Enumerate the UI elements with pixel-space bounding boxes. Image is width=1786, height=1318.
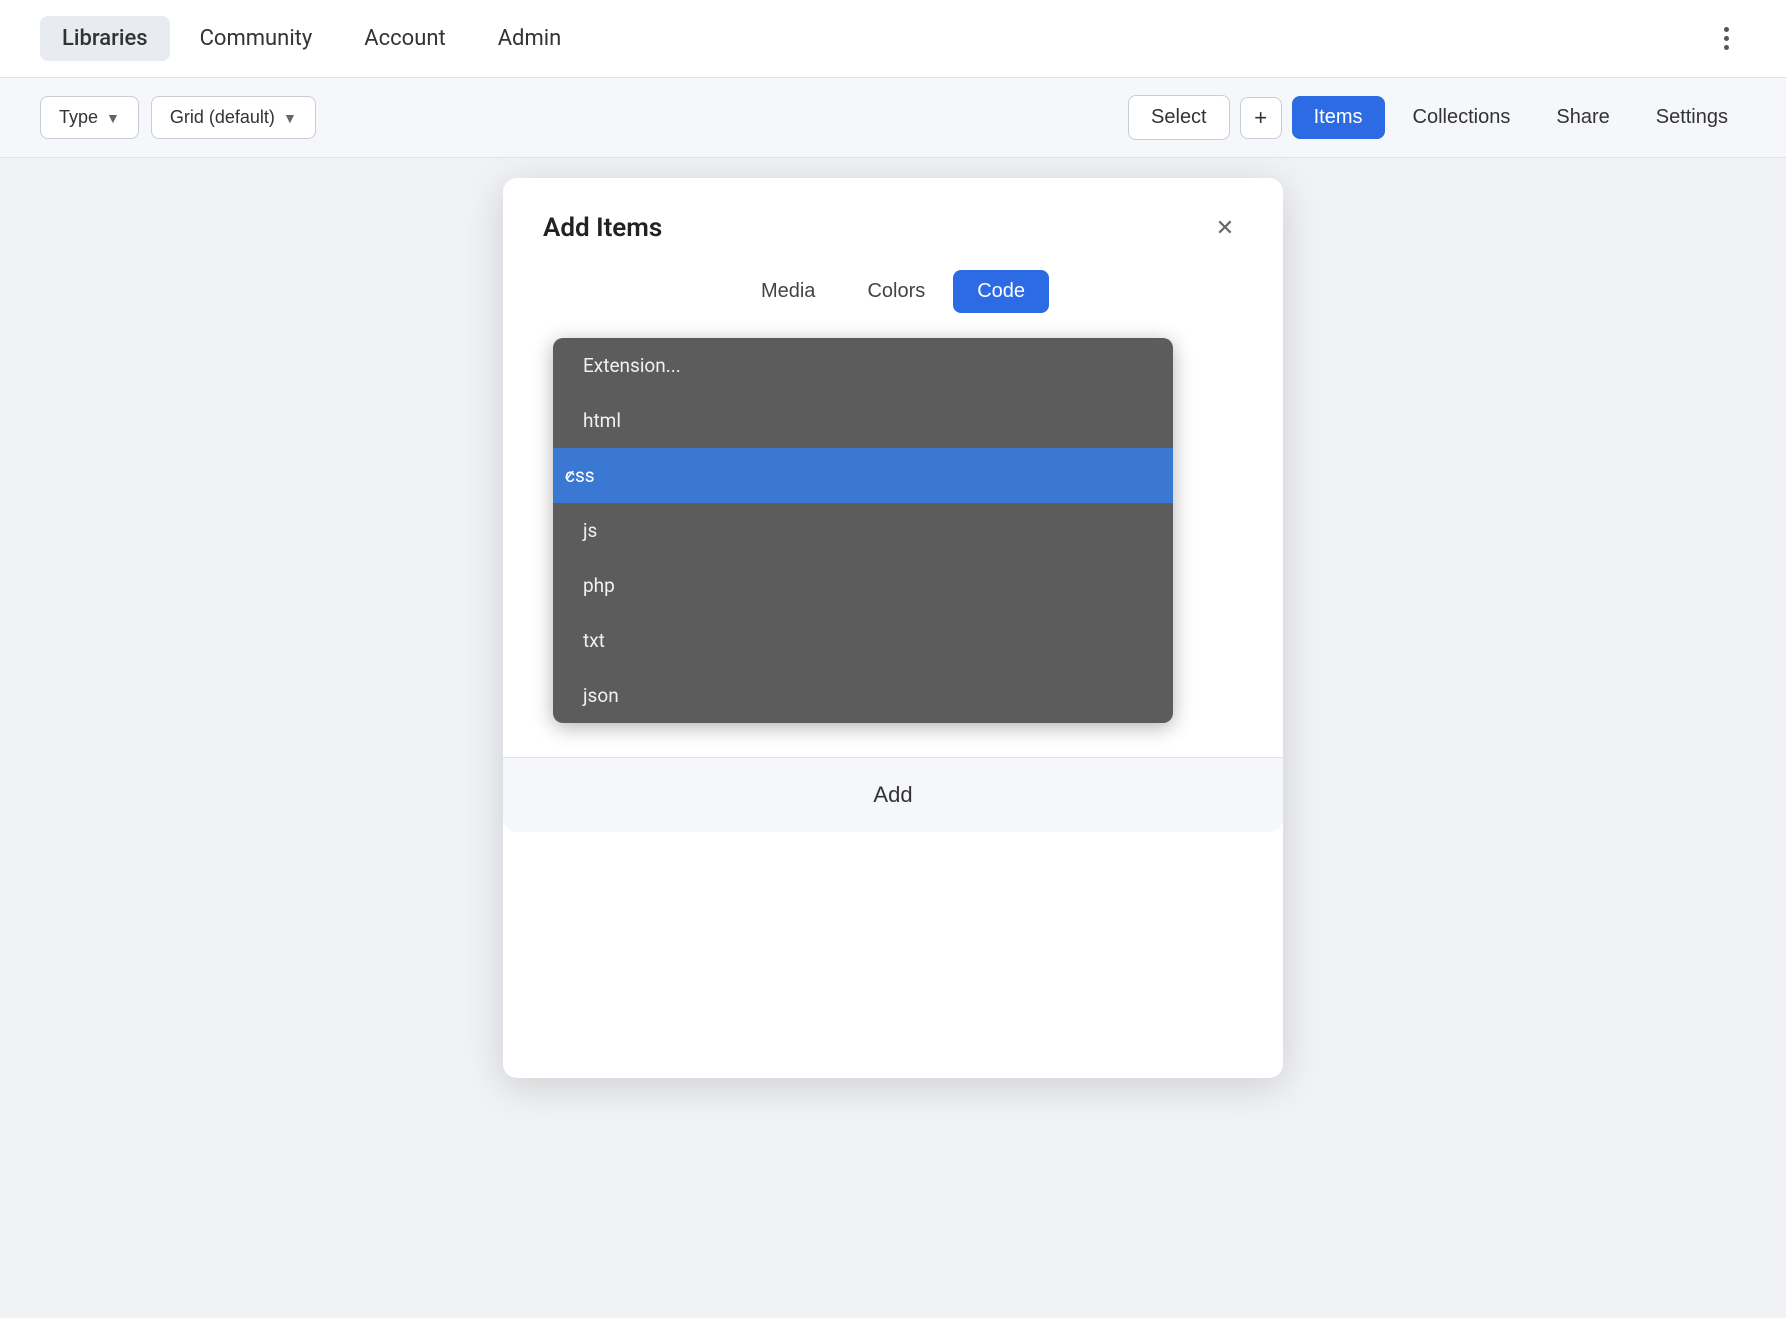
type-dropdown-arrow-icon: ▼ [106,110,120,126]
dropdown-item-extension[interactable]: Extension... [553,338,1173,393]
modal-footer: Add [503,757,1283,832]
dropdown-item-js[interactable]: js [553,503,1173,558]
items-button[interactable]: Items [1292,96,1385,139]
extension-dropdown-menu: Extension... html ✓ css js php txt [553,338,1173,723]
tab-colors[interactable]: Colors [843,270,949,313]
dropdown-item-json[interactable]: json [553,668,1173,723]
plus-icon: + [1254,105,1267,131]
dropdown-item-html[interactable]: html [553,393,1173,448]
nav-item-community[interactable]: Community [178,16,335,61]
add-button[interactable]: + [1240,97,1282,139]
modal-tabs: Media Colors Code [503,270,1283,337]
tab-media[interactable]: Media [737,270,839,313]
grid-dropdown-arrow-icon: ▼ [283,110,297,126]
nav-items: Libraries Community Account Admin [40,16,583,61]
nav-item-account[interactable]: Account [342,16,467,61]
toolbar: Type ▼ Grid (default) ▼ Select + Items C… [0,78,1786,158]
modal-close-button[interactable]: ✕ [1207,210,1243,246]
check-icon: ✓ [563,466,576,485]
top-nav: Libraries Community Account Admin [0,0,1786,78]
type-dropdown[interactable]: Type ▼ [40,96,139,139]
collections-button[interactable]: Collections [1395,96,1529,139]
modal-overlay: Add Items ✕ Media Colors Code [0,158,1786,238]
dropdown-item-css[interactable]: ✓ css [553,448,1173,503]
select-button[interactable]: Select [1128,95,1230,140]
dropdown-item-php[interactable]: php [553,558,1173,613]
nav-item-libraries[interactable]: Libraries [40,16,170,61]
main-content: Add Items ✕ Media Colors Code [0,158,1786,238]
dropdown-item-txt[interactable]: txt [553,613,1173,668]
modal-title: Add Items [543,213,662,243]
modal-add-button[interactable]: Add [543,782,1243,808]
toolbar-right: Select + Items Collections Share Setting… [1128,95,1746,140]
nav-item-admin[interactable]: Admin [476,16,584,61]
modal-header: Add Items ✕ [503,178,1283,270]
add-items-modal: Add Items ✕ Media Colors Code [503,178,1283,1078]
share-button[interactable]: Share [1538,96,1627,139]
toolbar-left: Type ▼ Grid (default) ▼ [40,96,1116,139]
grid-dropdown[interactable]: Grid (default) ▼ [151,96,316,139]
close-icon: ✕ [1216,216,1234,241]
vertical-dots-icon [1724,27,1729,50]
more-menu-button[interactable] [1706,19,1746,59]
tab-code[interactable]: Code [953,270,1049,313]
settings-button[interactable]: Settings [1638,96,1746,139]
